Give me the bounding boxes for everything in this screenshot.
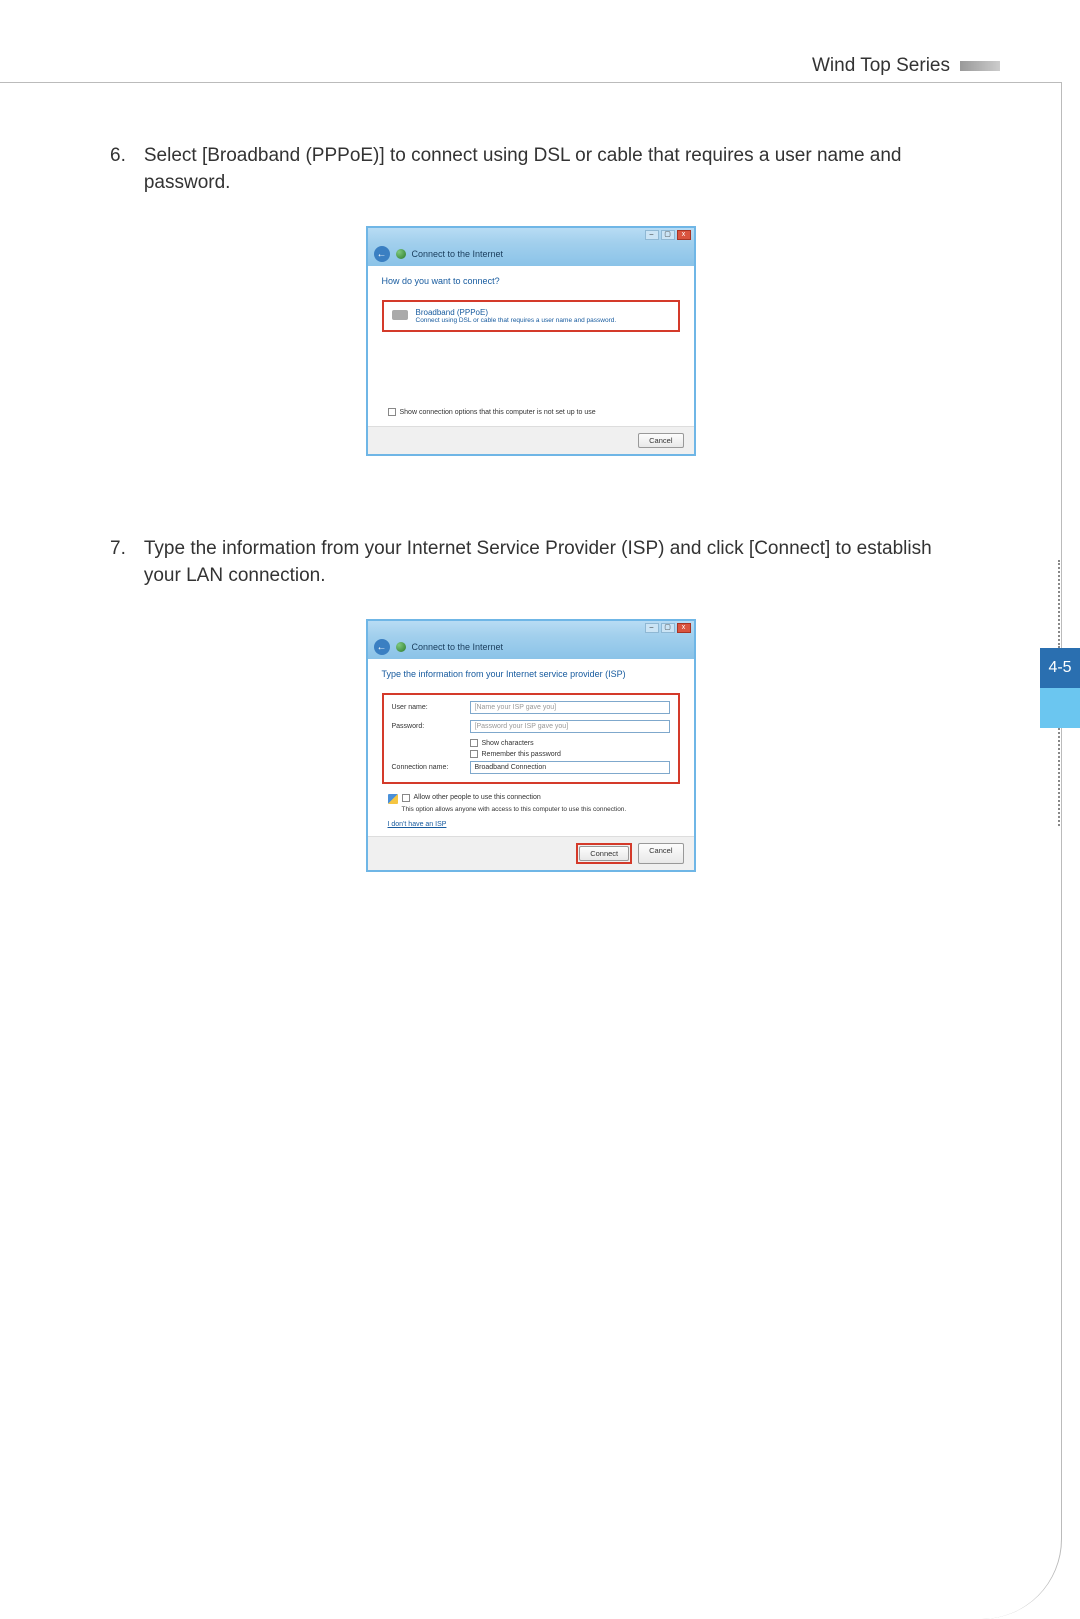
window-titlebar: – ▢ x [368,228,694,242]
side-dotted-line [1058,728,1060,826]
maximize-button[interactable]: ▢ [661,623,675,633]
step-number: 6. [110,143,126,196]
minimize-button[interactable]: – [645,623,659,633]
maximize-button[interactable]: ▢ [661,230,675,240]
username-input[interactable]: [Name your ISP gave you] [470,701,670,714]
close-button[interactable]: x [677,230,691,240]
nav-title: Connect to the Internet [412,642,504,652]
globe-icon [396,249,406,259]
connect-highlight: Connect [576,843,632,864]
dialog-isp-info: – ▢ x ← Connect to the Internet Type the… [366,619,696,872]
remember-password-checkbox[interactable] [470,750,478,758]
allow-others-label: Allow other people to use this connectio… [414,794,541,801]
option-subtitle: Connect using DSL or cable that requires… [416,317,617,324]
dialog-heading: How do you want to connect? [382,276,680,286]
back-button[interactable]: ← [374,246,390,262]
step-number: 7. [110,536,126,589]
dialog-connect-method: – ▢ x ← Connect to the Internet How do y… [366,226,696,456]
step-text: Type the information from your Internet … [144,536,951,589]
username-label: User name: [392,704,462,711]
window-titlebar: – ▢ x [368,621,694,635]
window-nav: ← Connect to the Internet [368,242,694,266]
step-7: 7. Type the information from your Intern… [110,536,951,589]
show-options-label: Show connection options that this comput… [400,409,596,416]
window-nav: ← Connect to the Internet [368,635,694,659]
step-text: Select [Broadband (PPPoE)] to connect us… [144,143,951,196]
allow-others-checkbox[interactable] [402,794,410,802]
cancel-button[interactable]: Cancel [638,843,683,864]
series-title: Wind Top Series [812,55,950,77]
broadband-pppoe-option[interactable]: Broadband (PPPoE) Connect using DSL or c… [382,300,680,332]
cancel-button[interactable]: Cancel [638,433,683,448]
page-frame: 6. Select [Broadband (PPPoE)] to connect… [0,82,1062,1619]
step-6: 6. Select [Broadband (PPPoE)] to connect… [110,143,951,196]
connection-name-input[interactable]: Broadband Connection [470,761,670,774]
globe-icon [396,642,406,652]
dialog-heading: Type the information from your Internet … [382,669,680,679]
option-title: Broadband (PPPoE) [416,308,617,317]
modem-icon [392,310,408,320]
page-number-tab: 4-5 [1040,648,1080,688]
header-decoration [960,61,1000,71]
side-dotted-line [1058,560,1060,648]
show-characters-label: Show characters [482,740,534,747]
close-button[interactable]: x [677,623,691,633]
page-tab-accent [1040,688,1080,728]
password-label: Password: [392,723,462,730]
remember-password-label: Remember this password [482,751,561,758]
connect-button[interactable]: Connect [579,846,629,861]
back-button[interactable]: ← [374,639,390,655]
shield-icon [388,794,398,804]
connection-name-label: Connection name: [392,764,462,771]
allow-others-sublabel: This option allows anyone with access to… [402,806,680,813]
show-options-checkbox[interactable] [388,408,396,416]
isp-form-highlight: User name: [Name your ISP gave you] Pass… [382,693,680,784]
no-isp-link[interactable]: I don't have an ISP [388,821,447,828]
password-input[interactable]: [Password your ISP gave you] [470,720,670,733]
minimize-button[interactable]: – [645,230,659,240]
nav-title: Connect to the Internet [412,249,504,259]
show-options-checkbox-row: Show connection options that this comput… [388,408,596,416]
show-characters-checkbox[interactable] [470,739,478,747]
